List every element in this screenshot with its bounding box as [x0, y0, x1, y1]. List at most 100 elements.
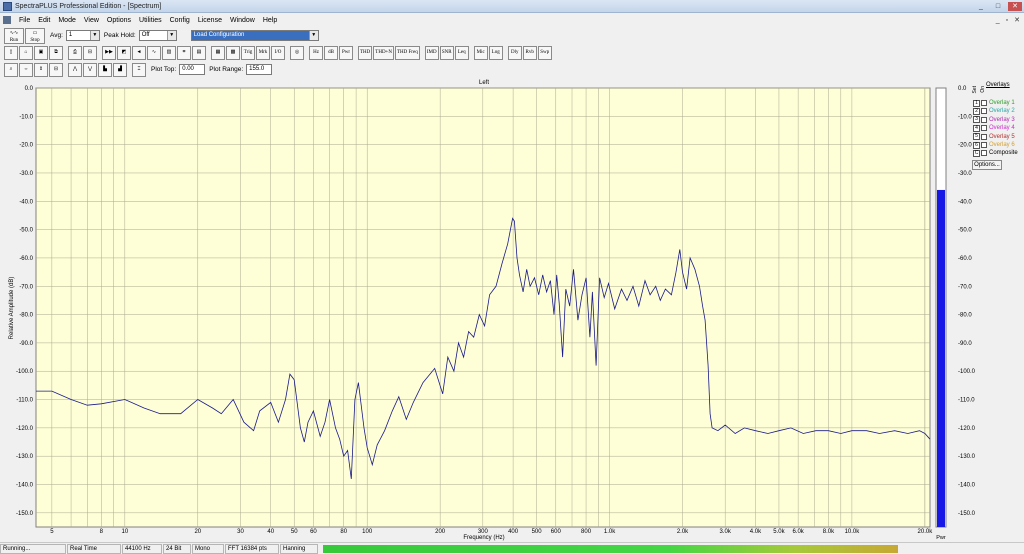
menu-license[interactable]: License	[194, 17, 226, 24]
overlay-row: 4 Overlay 4	[973, 124, 1015, 132]
db-button[interactable]: dB	[324, 46, 338, 60]
zoom-x-button[interactable]: ⇔	[19, 62, 33, 77]
meter-tick-label: -140.0	[958, 483, 976, 489]
x-tick-label: 80	[340, 529, 347, 535]
octave-button[interactable]: ▙	[98, 62, 112, 77]
zoom-button[interactable]: ⌕	[4, 62, 18, 77]
peak-hold-select[interactable]: Off ▼	[138, 30, 177, 41]
pwr-button[interactable]: Pwr	[339, 46, 353, 60]
new-file-icon: ▯	[9, 50, 13, 55]
menu-utilities[interactable]: Utilities	[135, 17, 166, 24]
overlay-set-button[interactable]: 5	[973, 133, 980, 141]
overlay-set-button[interactable]: 1	[973, 99, 980, 107]
meter-tick-label: -120.0	[958, 426, 976, 432]
imd-button[interactable]: IMD	[424, 46, 439, 60]
thd-button[interactable]: THD	[358, 46, 373, 60]
zoom-out-button[interactable]: ⊟	[49, 62, 63, 77]
meter-tick-label: -130.0	[958, 454, 976, 460]
menu-help[interactable]: Help	[259, 17, 281, 24]
menu-mode[interactable]: Mode	[54, 17, 80, 24]
magnifier-icon: ⌕	[9, 66, 13, 72]
mode-3d-button[interactable]: ▤	[192, 46, 206, 60]
overlay-set-button[interactable]: 3	[973, 116, 980, 124]
y-tick-label: -30.0	[19, 171, 33, 177]
mic-button[interactable]: Mic	[473, 46, 488, 60]
new-file-button[interactable]: ▯	[4, 46, 18, 60]
menu-file[interactable]: File	[15, 17, 34, 24]
mode-phase-button[interactable]: ⌗	[177, 46, 191, 60]
configuration-select[interactable]: Load Configuration ▼	[190, 30, 319, 41]
thd-freq-button[interactable]: THD Freq	[395, 46, 420, 60]
play-button[interactable]: ▶▶	[102, 46, 116, 60]
menu-window[interactable]: Window	[226, 17, 259, 24]
x-axis-label: Frequency (Hz)	[463, 535, 504, 541]
app-icon	[3, 1, 12, 11]
bar-style-button[interactable]: ⋁	[83, 62, 97, 77]
sweep-button[interactable]: Swp	[537, 46, 552, 60]
overlay-set-button[interactable]: 2	[973, 107, 980, 115]
menu-edit[interactable]: Edit	[34, 17, 54, 24]
maximize-button[interactable]: □	[991, 2, 1005, 11]
input-level-meter	[323, 544, 898, 553]
printer-icon: ⎙	[72, 50, 77, 55]
recorder-button[interactable]: ◩	[117, 46, 131, 60]
delay-button[interactable]: Dly	[507, 46, 522, 60]
overlay-checkbox[interactable]	[981, 125, 987, 132]
overlay-checkbox[interactable]	[981, 116, 987, 123]
trigger-button[interactable]: Trig	[241, 46, 255, 60]
mdi-close-button[interactable]: ✕	[1014, 16, 1020, 24]
plot-top-input[interactable]: 0.00	[179, 64, 206, 75]
wave-button[interactable]: ∿	[147, 46, 161, 60]
menu-config[interactable]: Config	[166, 17, 194, 24]
thdn-button[interactable]: THD+N	[373, 46, 394, 60]
document-icon[interactable]	[3, 16, 11, 24]
overlay-set-button[interactable]: 4	[973, 124, 980, 132]
open-file-button[interactable]: ⌂	[19, 46, 33, 60]
overlay-checkbox[interactable]	[981, 150, 987, 157]
overlay-checkbox[interactable]	[981, 133, 987, 140]
close-button[interactable]: ✕	[1008, 2, 1022, 11]
record-button[interactable]: ⊟	[83, 46, 97, 60]
stop-button[interactable]: ▭ Stop	[25, 27, 45, 44]
copy-button[interactable]: ⧉	[49, 46, 63, 60]
plot-range-input[interactable]: 155.0	[246, 64, 273, 75]
run-button[interactable]: ∿∿ Run	[4, 27, 24, 44]
minimize-button[interactable]: _	[974, 2, 988, 11]
snr-button[interactable]: SNR	[439, 46, 454, 60]
generator-button[interactable]: ◎	[290, 46, 304, 60]
overlay-set-button[interactable]: 6	[973, 141, 980, 149]
spectrum-button[interactable]: ▦	[211, 46, 225, 60]
view-toolbar: ⌕ ⇔ ⇕ ⊟ ⋀ ⋁ ▙ ▟ ⌶ Plot Top: 0.00 Plot Ra…	[0, 62, 1024, 77]
status-sample-rate: 44100 Hz	[122, 543, 162, 554]
overlay-set-button[interactable]: C	[973, 149, 980, 157]
menu-options[interactable]: Options	[103, 17, 135, 24]
io-button[interactable]: I/O	[271, 46, 285, 60]
line-style-button[interactable]: ⋀	[68, 62, 82, 77]
speaker-button[interactable]: ◄	[132, 46, 146, 60]
x-tick-label: 20	[194, 529, 201, 535]
x-tick-label: 5.0k	[773, 529, 785, 535]
save-button[interactable]: ▣	[34, 46, 48, 60]
hz-button[interactable]: Hz	[309, 46, 323, 60]
marker-button[interactable]: Mrk	[256, 46, 270, 60]
overlay-checkbox[interactable]	[981, 100, 987, 106]
x-tick-label: 50	[291, 529, 298, 535]
spectrogram-button[interactable]: ▩	[226, 46, 240, 60]
avg-select[interactable]: 1 ▼	[65, 30, 100, 41]
mode-spectrum-button[interactable]: ▥	[162, 46, 176, 60]
leq-button[interactable]: Leq	[454, 46, 469, 60]
x-tick-label: 600	[551, 529, 562, 535]
menu-view[interactable]: View	[80, 17, 103, 24]
third-octave-button[interactable]: ▟	[113, 62, 127, 77]
print-button[interactable]: ⎙	[68, 46, 82, 60]
cursor-button[interactable]: ⌶	[132, 62, 146, 77]
overlay-checkbox[interactable]	[981, 142, 987, 148]
reverb-button[interactable]: Rvb	[522, 46, 537, 60]
spectrum-chart: 5 8 10 20 30 40 50 60 80 100 200 300 400 500 600 800 1.0…	[0, 78, 1024, 542]
overlay-checkbox[interactable]	[981, 108, 987, 115]
zoom-y-button[interactable]: ⇕	[34, 62, 48, 77]
log-button[interactable]: Log	[488, 46, 503, 60]
mdi-restore-button[interactable]: ▫	[1006, 17, 1008, 24]
overlay-options-button[interactable]: Options...	[972, 160, 1002, 170]
mdi-minimize-button[interactable]: _	[996, 17, 1000, 24]
